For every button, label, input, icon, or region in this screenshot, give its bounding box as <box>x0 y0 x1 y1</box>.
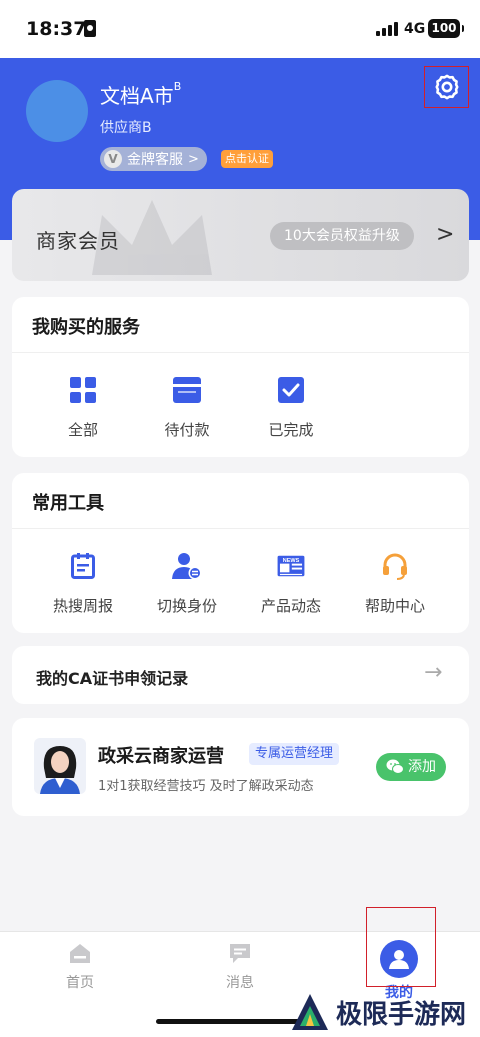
service-item-all[interactable]: 全部 <box>38 375 128 440</box>
manager-avatar <box>34 738 86 794</box>
tool-label: 热搜周报 <box>52 597 113 615</box>
avatar[interactable] <box>26 80 88 142</box>
user-name-text: 文档A市 <box>100 84 174 108</box>
tab-label: 消息 <box>226 975 254 991</box>
headset-icon <box>380 551 410 581</box>
service-item-done[interactable]: 已完成 <box>246 375 336 440</box>
status-time: 18:37 <box>26 18 87 40</box>
chevron-right-icon: > <box>436 222 455 247</box>
vip-label: 金牌客服 <box>127 152 183 168</box>
home-icon <box>70 944 90 963</box>
divider <box>12 528 469 529</box>
news-icon: NEWS <box>276 551 306 581</box>
calendar-report-icon <box>68 551 98 581</box>
divider <box>12 352 469 353</box>
message-icon <box>230 944 250 963</box>
member-card[interactable]: 商家会员 10大会员权益升级 > <box>12 189 469 281</box>
ops-description: 1对1获取经营技巧 及时了解政采动态 <box>98 779 314 794</box>
add-wechat-button[interactable]: 添加 <box>376 753 446 781</box>
watermark-text: 极限手游网 <box>336 999 467 1030</box>
tool-label: 产品动态 <box>260 597 321 615</box>
vip-service-button[interactable]: V 金牌客服 > <box>100 147 207 171</box>
watermark: 极限手游网 <box>290 990 466 1034</box>
settings-button[interactable] <box>424 66 469 108</box>
services-card: 我购买的服务 全部 待付款 已完成 <box>12 297 469 457</box>
wallet-icon <box>172 375 202 405</box>
user-name[interactable]: 文档A市B <box>100 80 181 109</box>
ca-certificate-row[interactable]: 我的CA证书申领记录 → <box>12 646 469 704</box>
gear-icon <box>434 74 459 100</box>
service-label: 待付款 <box>164 421 210 439</box>
add-label: 添加 <box>408 759 436 775</box>
watermark-logo <box>292 994 328 1030</box>
switch-user-icon <box>172 551 202 581</box>
chevron-right-icon: > <box>188 151 199 167</box>
tools-title: 常用工具 <box>32 493 104 514</box>
service-label: 已完成 <box>268 421 314 439</box>
tool-item-help-center[interactable]: 帮助中心 <box>350 551 440 616</box>
member-title: 商家会员 <box>36 229 120 253</box>
network-label: 4G <box>404 21 426 37</box>
service-item-pending[interactable]: 待付款 <box>142 375 232 440</box>
status-bar: 18:37 4G 100 <box>0 0 480 58</box>
ca-title: 我的CA证书申领记录 <box>36 669 189 688</box>
user-name-sup: B <box>173 80 182 93</box>
ops-tag: 专属运营经理 <box>249 743 340 765</box>
signal-icon <box>376 22 400 36</box>
ops-title: 政采云商家运营 <box>98 746 224 767</box>
tool-label: 切换身份 <box>156 597 217 615</box>
tab-home[interactable]: 首页 <box>40 942 120 992</box>
highlight-box <box>366 907 436 987</box>
tab-label: 首页 <box>66 975 94 991</box>
user-role: 供应商B <box>100 120 152 136</box>
tab-messages[interactable]: 消息 <box>200 942 280 992</box>
lock-icon <box>84 20 96 37</box>
tool-label: 帮助中心 <box>364 597 425 615</box>
vip-logo-icon: V <box>104 150 122 168</box>
services-title: 我购买的服务 <box>32 317 140 338</box>
grid-icon <box>68 375 98 405</box>
service-label: 全部 <box>67 421 98 439</box>
arrow-right-icon: → <box>424 660 443 685</box>
home-indicator <box>156 1019 306 1024</box>
tool-item-hot-report[interactable]: 热搜周报 <box>38 551 128 616</box>
battery-icon: 100 <box>428 19 464 38</box>
member-upgrade-badge[interactable]: 10大会员权益升级 <box>270 222 414 250</box>
check-icon <box>276 375 306 405</box>
tool-item-switch-identity[interactable]: 切换身份 <box>142 551 232 616</box>
news-icon-text: NEWS <box>283 558 300 564</box>
certify-button[interactable]: 点击认证 <box>221 150 273 168</box>
tool-item-product-news[interactable]: NEWS 产品动态 <box>246 551 336 616</box>
ops-manager-card: 政采云商家运营 专属运营经理 1对1获取经营技巧 及时了解政采动态 添加 <box>12 718 469 816</box>
wechat-icon <box>386 759 404 774</box>
tools-card: 常用工具 热搜周报 切换身份 NEWS 产品动态 帮助中心 <box>12 473 469 633</box>
